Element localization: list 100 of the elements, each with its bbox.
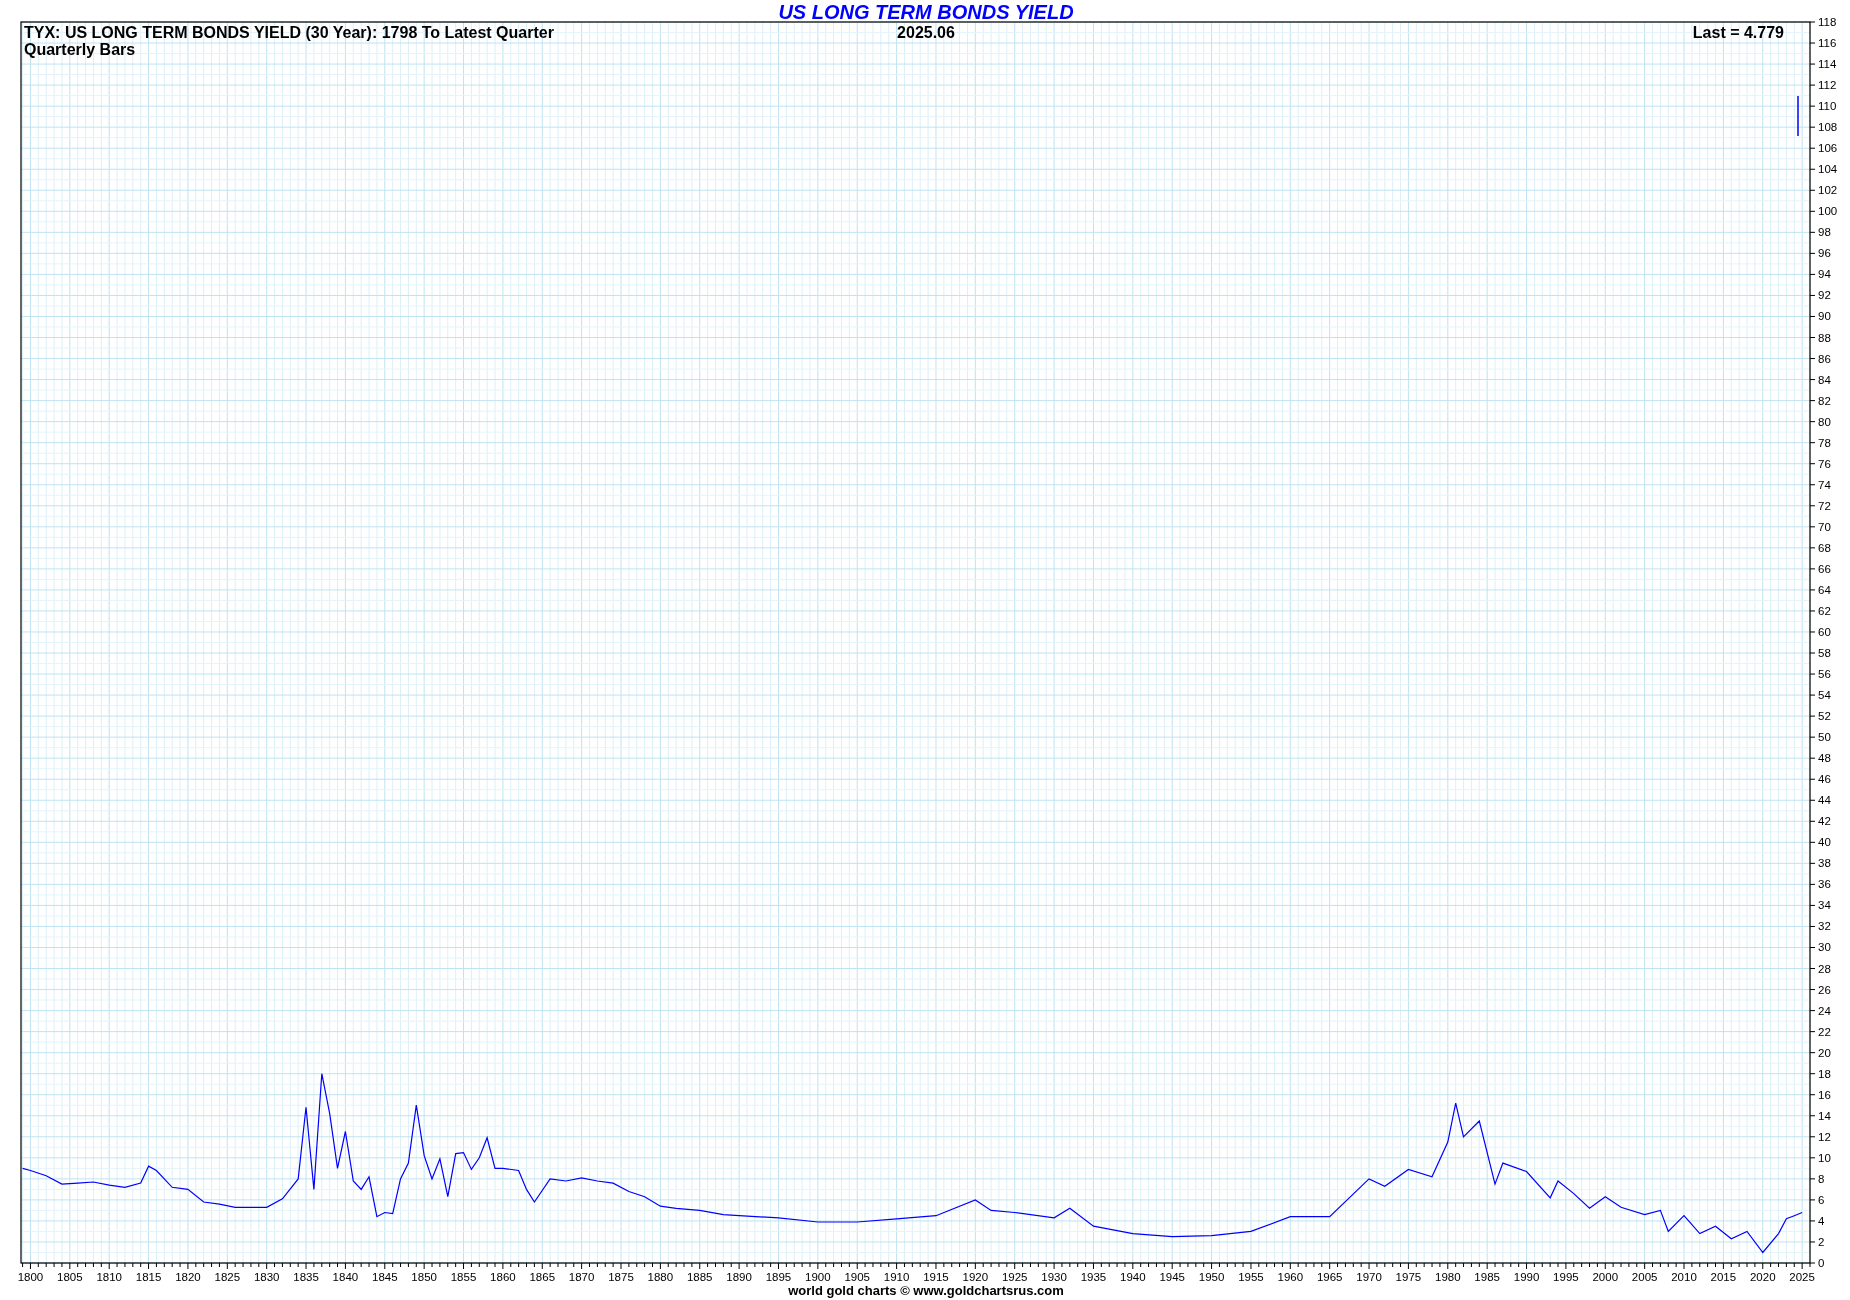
y-tick-label: 34 (1818, 899, 1831, 912)
x-tick-label: 1950 (1198, 1271, 1225, 1283)
x-tick-label: 1800 (17, 1271, 44, 1283)
x-tick-label: 1860 (490, 1271, 516, 1283)
y-tick-label: 46 (1818, 773, 1831, 786)
y-tick-label: 60 (1818, 626, 1831, 638)
y-tick-label: 32 (1818, 920, 1831, 933)
x-tick-label: 2015 (1710, 1271, 1737, 1283)
y-tick-label: 76 (1818, 457, 1831, 470)
y-tick-label: 62 (1818, 604, 1831, 617)
y-tick-label: 98 (1818, 226, 1831, 239)
y-tick-label: 108 (1818, 121, 1838, 134)
x-tick-label: 1970 (1356, 1271, 1382, 1283)
y-tick-label: 90 (1818, 310, 1831, 323)
date-label: 2025.06 (897, 24, 955, 41)
x-tick-label: 1870 (568, 1271, 595, 1283)
y-tick-label: 36 (1818, 878, 1831, 891)
y-tick-label: 102 (1818, 184, 1838, 197)
x-tick-label: 1940 (1120, 1271, 1146, 1283)
x-tick-label: 1925 (1001, 1271, 1028, 1283)
y-tick-label: 116 (1818, 37, 1837, 50)
y-tick-label: 38 (1818, 857, 1831, 870)
x-tick-label: 1905 (844, 1271, 871, 1283)
y-tick-label: 82 (1818, 394, 1831, 407)
spike-mark (1797, 95, 1799, 137)
bar-type-label: Quarterly Bars (24, 41, 136, 58)
x-tick-label: 1975 (1395, 1271, 1422, 1283)
y-tick-label: 70 (1818, 520, 1831, 533)
y-tick-label: 12 (1818, 1130, 1831, 1143)
x-tick-label: 1875 (608, 1271, 634, 1283)
y-tick-label: 74 (1818, 478, 1831, 491)
y-tick-label: 44 (1818, 794, 1831, 807)
y-tick-label: 10 (1818, 1151, 1831, 1164)
x-tick-label: 1805 (57, 1271, 83, 1283)
y-tick-label: 72 (1818, 499, 1831, 512)
x-tick-label: 1915 (923, 1271, 949, 1283)
x-tick-label: 1945 (1159, 1271, 1185, 1283)
y-tick-label: 64 (1818, 583, 1831, 596)
y-tick-label: 30 (1818, 941, 1831, 954)
x-tick-label: 1815 (135, 1271, 162, 1283)
x-tick-label: 1985 (1474, 1271, 1500, 1283)
x-tick-label: 1845 (372, 1271, 398, 1283)
y-tick-label: 24 (1818, 1004, 1831, 1017)
y-tick-label: 0 (1818, 1257, 1825, 1269)
x-tick-label: 2010 (1671, 1271, 1697, 1283)
x-tick-label: 1840 (332, 1271, 359, 1283)
x-tick-label: 1920 (962, 1271, 989, 1283)
x-tick-label: 1900 (805, 1271, 831, 1283)
y-tick-label: 14 (1818, 1109, 1831, 1122)
x-tick-label: 1865 (529, 1271, 556, 1283)
y-tick-label: 104 (1818, 163, 1838, 176)
y-tick-label: 48 (1818, 752, 1831, 765)
x-tick-label: 1895 (765, 1271, 792, 1283)
y-tick-label: 92 (1818, 289, 1831, 302)
x-tick-label: 1820 (175, 1271, 201, 1283)
y-tick-label: 68 (1818, 541, 1831, 554)
y-tick-label: 50 (1818, 731, 1831, 744)
y-tick-label: 112 (1818, 79, 1837, 92)
y-tick-label: 28 (1818, 962, 1831, 975)
x-tick-label: 2025 (1789, 1271, 1815, 1283)
y-tick-label: 114 (1818, 58, 1837, 71)
last-value-label: Last = 4.779 (1692, 24, 1784, 41)
x-tick-label: 1910 (883, 1271, 910, 1283)
x-tick-label: 1825 (214, 1271, 241, 1283)
x-tick-label: 1890 (726, 1271, 752, 1283)
y-tick-label: 20 (1818, 1046, 1831, 1059)
x-tick-label: 2020 (1749, 1271, 1776, 1283)
y-tick-label: 16 (1818, 1088, 1831, 1101)
x-tick-label: 1850 (411, 1271, 437, 1283)
y-tick-label: 2 (1818, 1235, 1825, 1248)
chart-footer: world gold charts © www.goldchartsrus.com (788, 1283, 1064, 1298)
y-tick-label: 94 (1818, 268, 1831, 281)
x-tick-label: 1995 (1553, 1271, 1579, 1283)
y-tick-label: 100 (1818, 205, 1838, 218)
y-tick-label: 86 (1818, 352, 1831, 365)
y-tick-label: 54 (1818, 689, 1831, 702)
x-tick-label: 2000 (1592, 1271, 1619, 1283)
x-tick-label: 1885 (686, 1271, 713, 1283)
chart-subtitle: TYX: US LONG TERM BONDS YIELD (30 Year): 1798 To Latest Quarter (24, 24, 554, 41)
x-tick-label: 1965 (1316, 1271, 1343, 1283)
y-tick-label: 40 (1818, 836, 1831, 849)
x-tick-label: 1935 (1080, 1271, 1107, 1283)
x-tick-label: 1955 (1238, 1271, 1264, 1283)
x-tick-label: 1855 (450, 1271, 477, 1283)
x-tick-label: 2005 (1631, 1271, 1658, 1283)
y-tick-label: 78 (1818, 436, 1831, 449)
y-tick-label: 84 (1818, 373, 1831, 386)
x-tick-label: 1930 (1041, 1271, 1067, 1283)
y-tick-label: 18 (1818, 1067, 1831, 1080)
y-tick-label: 106 (1818, 142, 1838, 155)
y-tick-label: 118 (1818, 16, 1837, 28)
x-tick-label: 1835 (293, 1271, 319, 1283)
x-tick-label: 1880 (647, 1271, 674, 1283)
y-tick-label: 58 (1818, 647, 1831, 659)
y-tick-label: 96 (1818, 247, 1831, 260)
y-tick-label: 88 (1818, 331, 1831, 344)
y-tick-label: 22 (1818, 1025, 1831, 1038)
x-tick-label: 1990 (1513, 1271, 1540, 1283)
y-tick-label: 4 (1818, 1214, 1825, 1227)
x-tick-label: 1830 (253, 1271, 280, 1283)
